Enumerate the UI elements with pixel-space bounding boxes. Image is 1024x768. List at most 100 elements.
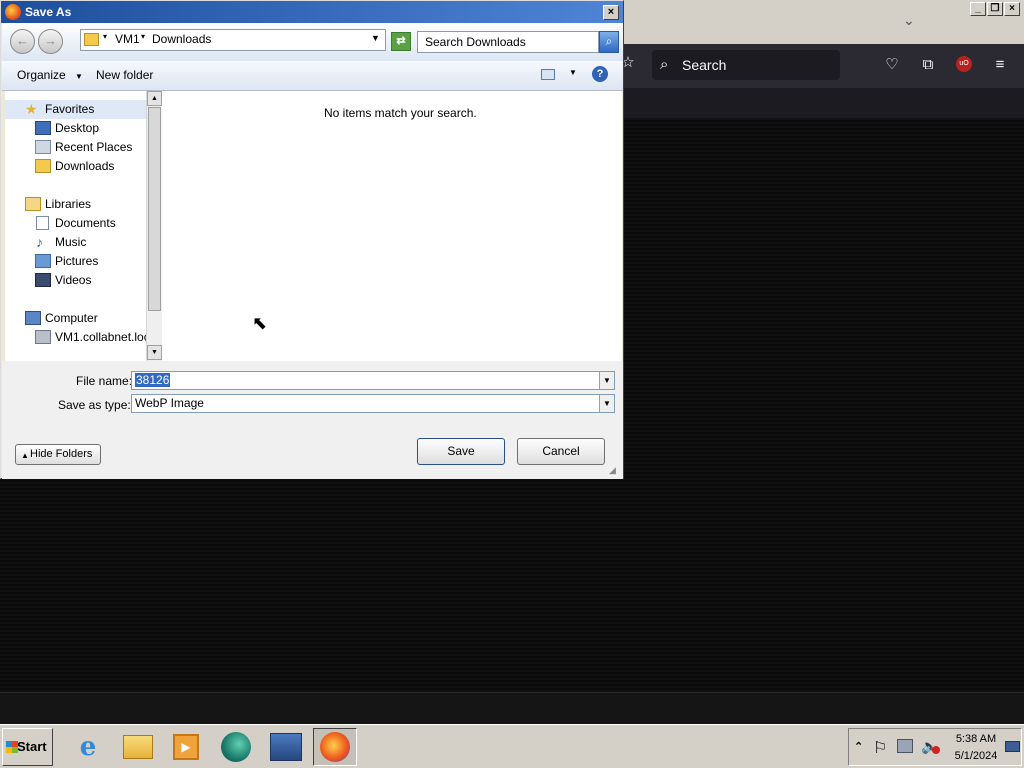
chevron-right-icon[interactable]: ▾ [141, 32, 145, 41]
dialog-titlebar[interactable]: Save As [1, 1, 623, 23]
close-button[interactable]: × [1004, 2, 1020, 16]
nav-computer[interactable]: Computer [5, 309, 146, 328]
chevron-up-icon: ▲ [21, 451, 29, 460]
internet-explorer-taskbar-button[interactable]: e [66, 728, 110, 766]
show-desktop-icon[interactable] [1005, 741, 1020, 752]
file-list[interactable]: No items match your search. ⬉ [164, 91, 622, 361]
breadcrumb-vm1[interactable]: VM1 [115, 32, 140, 46]
nav-label: Favorites [45, 102, 95, 116]
computer-icon [25, 311, 41, 325]
hide-folders-label: Hide Folders [30, 448, 93, 460]
nav-label: Music [55, 235, 87, 249]
new-folder-button[interactable]: New folder [96, 68, 153, 82]
folder-icon [123, 735, 153, 759]
taskbar: Start e ▶ ⌃ ⚐ 🔈 5:38 AM 5/1/2024 [0, 724, 1024, 768]
browser-search-placeholder: Search [682, 57, 727, 73]
pocket-icon[interactable]: ♡ [883, 56, 901, 74]
search-icon[interactable]: ⌕ [599, 31, 619, 53]
recent-places-icon [35, 140, 51, 154]
search-input[interactable]: Search Downloads [417, 31, 599, 53]
scroll-thumb[interactable] [148, 107, 161, 311]
system-tray: ⌃ ⚐ 🔈 5:38 AM 5/1/2024 [848, 728, 1022, 766]
menu-icon[interactable]: ≡ [991, 56, 1009, 74]
refresh-button[interactable]: ⇄ [391, 32, 411, 51]
chevron-down-icon[interactable]: ▼ [371, 33, 380, 43]
forward-button[interactable]: → [38, 29, 63, 54]
explorer-taskbar-button[interactable] [116, 728, 160, 766]
nav-documents[interactable]: Documents [5, 214, 146, 233]
videos-icon [35, 273, 51, 287]
chevron-down-icon: ▼ [75, 72, 83, 81]
downloads-folder-icon [35, 159, 51, 173]
save-as-dialog: Save As × ← → ▾ VM1 ▾ Downloads ▼ ⇄ Sear… [0, 0, 624, 479]
search-icon: ⌕ [660, 56, 669, 73]
firefox-icon [5, 4, 21, 20]
media-player-icon: ▶ [173, 734, 199, 760]
file-name-input[interactable]: 38126 ▼ [131, 371, 615, 390]
resize-grip-icon[interactable]: ◢ [609, 465, 616, 476]
nav-pictures[interactable]: Pictures [5, 252, 146, 271]
chevron-down-icon[interactable]: ▼ [569, 68, 577, 77]
start-label: Start [17, 739, 47, 754]
scroll-down-arrow[interactable]: ▼ [147, 345, 162, 360]
nav-label: VM1.collabnet.loca [55, 330, 146, 344]
mute-badge-icon [932, 746, 940, 754]
pictures-icon [35, 254, 51, 268]
firefox-icon [320, 732, 350, 762]
cancel-button[interactable]: Cancel [517, 438, 605, 465]
flag-icon[interactable]: ⚐ [873, 738, 887, 758]
nav-music[interactable]: ♪ Music [5, 233, 146, 252]
browser-search-bar[interactable]: ⌕ Search [652, 50, 840, 80]
nav-label: Recent Places [55, 140, 133, 154]
app-taskbar-button[interactable] [214, 728, 258, 766]
music-icon: ♪ [36, 234, 43, 250]
ublock-icon[interactable]: uO [956, 56, 972, 72]
media-player-taskbar-button[interactable]: ▶ [164, 728, 208, 766]
internet-explorer-icon: e [79, 732, 97, 762]
clock-date[interactable]: 5/1/2024 [952, 750, 1000, 762]
restore-button[interactable]: ❐ [987, 2, 1003, 16]
clock-time[interactable]: 5:38 AM [952, 733, 1000, 745]
desktop-icon [35, 121, 51, 135]
save-as-type-value: WebP Image [135, 396, 204, 410]
scroll-up-arrow[interactable]: ▲ [147, 91, 162, 106]
help-icon[interactable]: ? [592, 66, 608, 82]
chevron-down-icon[interactable]: ▼ [599, 372, 614, 389]
start-button[interactable]: Start [2, 728, 53, 766]
nav-network-drive[interactable]: VM1.collabnet.loca [5, 328, 146, 347]
chevron-down-icon[interactable]: ⌄ [903, 12, 915, 29]
nav-downloads[interactable]: Downloads [5, 157, 146, 176]
firefox-taskbar-button[interactable] [313, 728, 357, 766]
address-bar[interactable]: ▾ VM1 ▾ Downloads ▼ [80, 29, 386, 51]
nav-videos[interactable]: Videos [5, 271, 146, 290]
extensions-icon[interactable]: ⧉ [919, 56, 937, 74]
nav-favorites[interactable]: ★ Favorites [5, 100, 146, 119]
nav-label: Pictures [55, 254, 99, 268]
nav-label: Documents [55, 216, 116, 230]
save-button[interactable]: Save [417, 438, 505, 465]
nav-desktop[interactable]: Desktop [5, 119, 146, 138]
folder-icon [84, 33, 99, 46]
minimize-button[interactable]: _ [970, 2, 986, 16]
nav-label: Downloads [55, 159, 115, 173]
nav-label: Computer [45, 311, 98, 325]
chevron-right-icon[interactable]: ▾ [103, 32, 107, 41]
nav-label: Videos [55, 273, 92, 287]
nav-scrollbar[interactable]: ▲ ▼ [146, 91, 162, 361]
dialog-close-button[interactable]: × [603, 5, 619, 20]
chevron-down-icon[interactable]: ▼ [599, 395, 614, 412]
save-as-type-label: Save as type: [58, 398, 131, 412]
chevron-up-icon[interactable]: ⌃ [854, 740, 863, 753]
breadcrumb-downloads[interactable]: Downloads [152, 32, 211, 46]
server-manager-taskbar-button[interactable] [264, 728, 308, 766]
save-as-type-select[interactable]: WebP Image ▼ [131, 394, 615, 413]
libraries-icon [25, 197, 41, 211]
network-icon[interactable] [897, 739, 913, 753]
nav-recent-places[interactable]: Recent Places [5, 138, 146, 157]
mouse-cursor-icon: ⬉ [252, 313, 268, 333]
back-button[interactable]: ← [10, 29, 35, 54]
organize-menu[interactable]: Organize ▼ [17, 68, 83, 82]
nav-libraries[interactable]: Libraries [5, 195, 146, 214]
hide-folders-button[interactable]: ▲ Hide Folders [15, 444, 101, 465]
view-icon[interactable] [541, 69, 555, 80]
